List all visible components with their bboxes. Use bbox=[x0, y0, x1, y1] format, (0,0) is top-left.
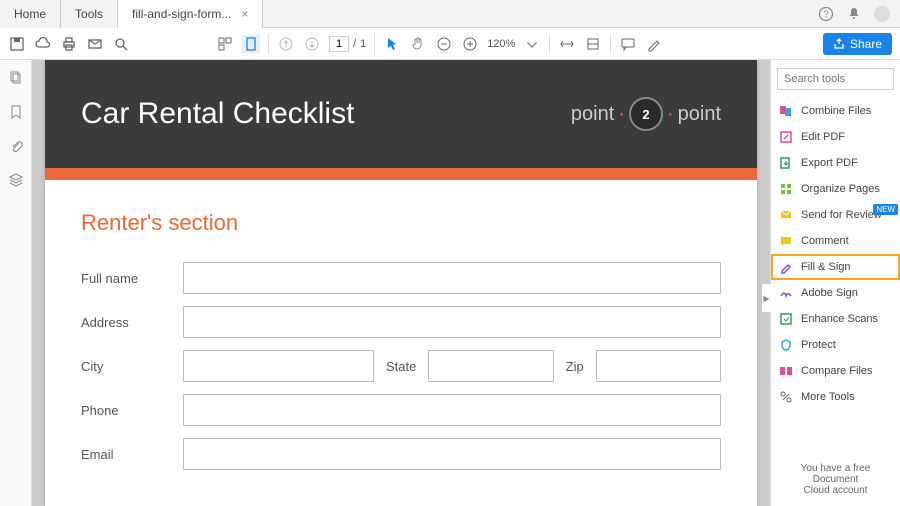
left-rail bbox=[0, 60, 32, 506]
save-icon[interactable] bbox=[8, 35, 26, 53]
hand-icon[interactable] bbox=[409, 35, 427, 53]
tab-document-label: fill-and-sign-form... bbox=[132, 7, 231, 21]
tool-adobe-sign[interactable]: Adobe Sign bbox=[771, 280, 900, 306]
label-email: Email bbox=[81, 447, 171, 462]
input-city[interactable] bbox=[183, 350, 374, 382]
label-address: Address bbox=[81, 315, 171, 330]
fit-width-icon[interactable] bbox=[558, 35, 576, 53]
zoom-in-icon[interactable] bbox=[461, 35, 479, 53]
tab-document[interactable]: fill-and-sign-form... × bbox=[118, 0, 263, 28]
bell-icon[interactable] bbox=[846, 6, 862, 22]
page-input[interactable] bbox=[329, 36, 349, 52]
mail-icon[interactable] bbox=[86, 35, 104, 53]
tool-edit-pdf[interactable]: Edit PDF bbox=[771, 124, 900, 150]
label-phone: Phone bbox=[81, 403, 171, 418]
share-button[interactable]: Share bbox=[823, 33, 892, 55]
svg-text:?: ? bbox=[823, 9, 828, 19]
section-header: Renter's section bbox=[81, 210, 721, 236]
account-footnote: You have a free Document Cloud account bbox=[771, 453, 900, 506]
input-email[interactable] bbox=[183, 438, 721, 470]
pointer-icon[interactable] bbox=[383, 35, 401, 53]
label-city: City bbox=[81, 359, 171, 374]
document-banner: Car Rental Checklist point · 2 · point bbox=[45, 60, 757, 168]
tab-tools[interactable]: Tools bbox=[61, 0, 118, 28]
tools-pane: ▶ Combine Files Edit PDF Export PDF Orga… bbox=[770, 60, 900, 506]
tool-fill-sign[interactable]: Fill & Sign bbox=[771, 254, 900, 280]
toolbar: /1 120% Share bbox=[0, 28, 900, 60]
thumbnails-panel-icon[interactable] bbox=[8, 70, 24, 86]
close-icon[interactable]: × bbox=[241, 7, 248, 21]
fit-page-icon[interactable] bbox=[584, 35, 602, 53]
label-state: State bbox=[386, 359, 416, 374]
search-icon[interactable] bbox=[112, 35, 130, 53]
tool-export-pdf[interactable]: Export PDF bbox=[771, 150, 900, 176]
bookmark-icon[interactable] bbox=[8, 104, 24, 120]
help-icon[interactable]: ? bbox=[818, 6, 834, 22]
thumbnails-icon[interactable] bbox=[216, 35, 234, 53]
comment-icon[interactable] bbox=[619, 35, 637, 53]
cloud-icon[interactable] bbox=[34, 35, 52, 53]
brand-logo: point · 2 · point bbox=[571, 97, 721, 131]
tool-enhance-scans[interactable]: Enhance Scans bbox=[771, 306, 900, 332]
tool-comment[interactable]: Comment bbox=[771, 228, 900, 254]
tool-organize-pages[interactable]: Organize Pages bbox=[771, 176, 900, 202]
accent-strip bbox=[45, 168, 757, 180]
pdf-page: Car Rental Checklist point · 2 · point R… bbox=[45, 60, 757, 506]
label-zip: Zip bbox=[566, 359, 584, 374]
input-zip[interactable] bbox=[596, 350, 721, 382]
tool-protect[interactable]: Protect bbox=[771, 332, 900, 358]
down-icon[interactable] bbox=[303, 35, 321, 53]
zoom-level[interactable]: 120% bbox=[487, 38, 515, 50]
page-icon[interactable] bbox=[242, 35, 260, 53]
input-phone[interactable] bbox=[183, 394, 721, 426]
avatar[interactable] bbox=[874, 6, 890, 22]
tool-more-tools[interactable]: More Tools bbox=[771, 384, 900, 410]
search-tools-input[interactable] bbox=[777, 68, 894, 90]
tab-home[interactable]: Home bbox=[0, 0, 61, 28]
page-total: 1 bbox=[360, 38, 366, 50]
tool-send-review[interactable]: Send for ReviewNEW bbox=[771, 202, 900, 228]
layers-icon[interactable] bbox=[8, 172, 24, 188]
tab-bar: Home Tools fill-and-sign-form... × ? bbox=[0, 0, 900, 28]
chevron-down-icon[interactable] bbox=[523, 35, 541, 53]
highlight-icon[interactable] bbox=[645, 35, 663, 53]
zoom-out-icon[interactable] bbox=[435, 35, 453, 53]
label-fullname: Full name bbox=[81, 271, 171, 286]
input-state[interactable] bbox=[428, 350, 553, 382]
print-icon[interactable] bbox=[60, 35, 78, 53]
collapse-pane-icon[interactable]: ▶ bbox=[761, 283, 771, 313]
page-indicator: /1 bbox=[329, 36, 366, 52]
new-badge: NEW bbox=[873, 204, 898, 215]
document-viewport: Car Rental Checklist point · 2 · point R… bbox=[32, 60, 770, 506]
tool-compare-files[interactable]: Compare Files bbox=[771, 358, 900, 384]
tool-combine-files[interactable]: Combine Files bbox=[771, 98, 900, 124]
up-icon[interactable] bbox=[277, 35, 295, 53]
input-fullname[interactable] bbox=[183, 262, 721, 294]
document-title: Car Rental Checklist bbox=[81, 97, 354, 131]
attachment-icon[interactable] bbox=[8, 138, 24, 154]
input-address[interactable] bbox=[183, 306, 721, 338]
share-label: Share bbox=[850, 37, 882, 51]
